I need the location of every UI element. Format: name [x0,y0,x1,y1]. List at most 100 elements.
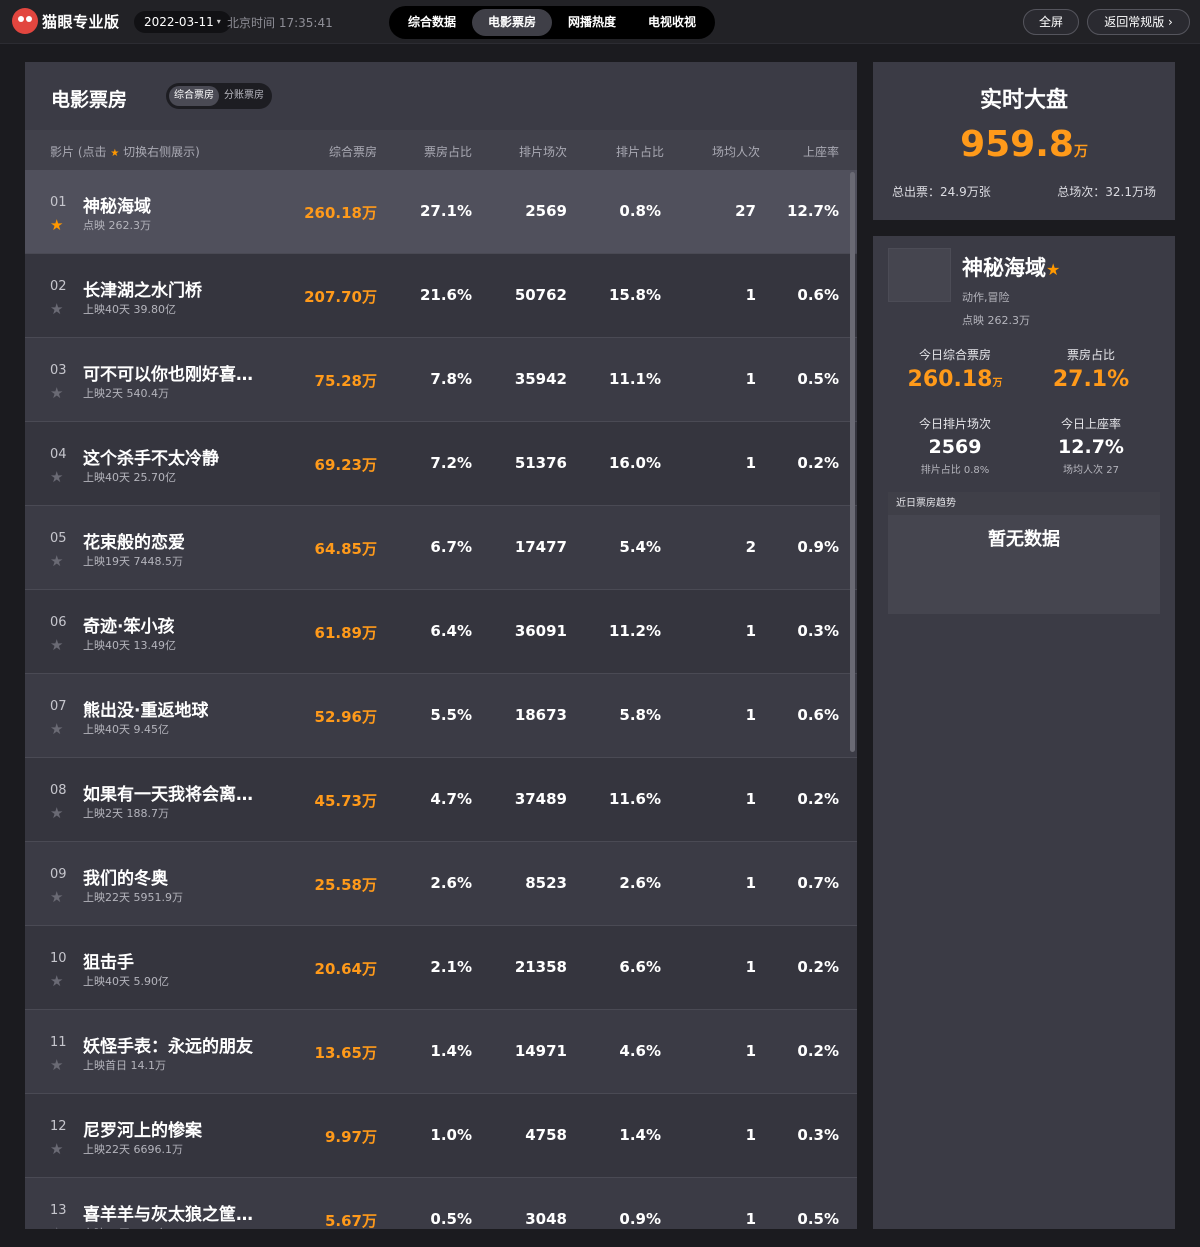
row-shows: 14971 [514,1042,567,1060]
star-icon[interactable]: ★ [50,636,63,654]
table-row[interactable]: 01 ★ 神秘海域 点映 262.3万 260.18万 27.1% 2569 0.8% 27 12… [25,170,857,254]
tab-overall-data[interactable]: 综合数据 [392,9,472,36]
main-tabs: 综合数据 电影票房 网播热度 电视收视 [389,6,716,39]
col-box-share[interactable]: 票房占比 [424,143,472,160]
date-picker[interactable]: 2022-03-11 ▾ [134,11,231,33]
tab-web-heat[interactable]: 网播热度 [552,9,632,36]
table-row[interactable]: 04 ★ 这个杀手不太冷静 上映40天 25.70亿 69.23万 7.2% 51376 16… [25,422,857,506]
row-release-info: 上映22天 5951.9万 [83,891,183,904]
table-row[interactable]: 03 ★ 可不可以你也刚好喜… 上映2天 540.4万 75.28万 7.8% 35942 1… [25,338,857,422]
row-seat-rate: 0.5% [797,370,839,388]
row-show-share: 5.8% [619,706,661,724]
row-avg-viewers: 1 [745,706,756,724]
table-row[interactable]: 08 ★ 如果有一天我将会离… 上映2天 188.7万 45.73万 4.7% 37489 1… [25,758,857,842]
row-boxoffice: 20.64万 [314,960,377,978]
tab-movie-boxoffice[interactable]: 电影票房 [472,9,553,36]
row-release-info: 上映22天 6696.1万 [83,1143,183,1156]
boxoffice-title: 电影票房 [51,89,128,111]
row-release-info: 上映40天 39.80亿 [83,303,176,316]
boxoffice-rows: 01 ★ 神秘海域 点映 262.3万 260.18万 27.1% 2569 0.8% 27 12… [25,170,857,1229]
row-shows: 35942 [514,370,567,388]
row-boxoffice: 75.28万 [314,372,377,390]
star-icon[interactable]: ★ [50,888,63,906]
table-row[interactable]: 10 ★ 狙击手 上映40天 5.90亿 20.64万 2.1% 21358 6.6% 1 0.2… [25,926,857,1010]
total-shows: 总场次：32.1万场 [1057,185,1156,199]
col-show-share[interactable]: 排片占比 [616,143,664,160]
table-row[interactable]: 13 ★ 喜羊羊与灰太狼之筐…上映40天 1.59亿 5.67万 0.5% 3048 0.9… [25,1178,857,1229]
row-shows: 17477 [514,538,567,556]
row-box-share: 21.6% [419,286,472,304]
row-box-share: 1.0% [430,1126,472,1144]
star-icon[interactable]: ★ [50,384,63,402]
star-icon[interactable]: ★ [50,552,63,570]
row-release-info: 上映40天 1.59亿 [83,1225,169,1229]
row-show-share: 4.6% [619,1042,661,1060]
cat-eye-logo-icon [12,8,38,34]
table-row[interactable]: 06 ★ 奇迹·笨小孩 上映40天 13.49亿 61.89万 6.4% 36091 11.2… [25,590,857,674]
row-avg-viewers: 1 [745,286,756,304]
row-rank: 10 [50,951,67,966]
row-avg-viewers: 2 [745,538,756,556]
star-icon[interactable]: ★ [1046,260,1060,279]
row-rank: 05 [50,531,67,546]
row-seat-rate: 0.6% [797,706,839,724]
star-icon[interactable]: ★ [50,216,63,234]
table-row[interactable]: 07 ★ 熊出没·重返地球 上映40天 9.45亿 52.96万 5.5% 18673 5.8… [25,674,857,758]
row-boxoffice: 45.73万 [314,792,377,810]
app-logo[interactable]: 猫眼专业版 [12,8,120,34]
table-row[interactable]: 02 ★ 长津湖之水门桥 上映40天 39.80亿 207.70万 21.6% 50762 1… [25,254,857,338]
stat-sub: 排片占比 0.8% [920,465,990,476]
row-release-info: 上映首日 14.1万 [83,1059,166,1072]
col-seat-rate[interactable]: 上座率 [803,143,839,160]
star-icon[interactable]: ★ [50,468,63,486]
table-row[interactable]: 12 ★ 尼罗河上的惨案 上映22天 6696.1万 9.97万 1.0% 4758 1.4%… [25,1094,857,1178]
row-shows: 18673 [514,706,567,724]
row-seat-rate: 0.6% [797,286,839,304]
date-value: 2022-03-11 [144,15,214,29]
row-shows: 50762 [514,286,567,304]
star-icon[interactable]: ★ [50,1140,63,1158]
star-icon[interactable]: ★ [50,720,63,738]
row-seat-rate: 0.9% [797,538,839,556]
stat-label: 今日排片场次 [918,417,991,431]
fullscreen-button[interactable]: 全屏 [1023,9,1079,35]
col-avg-viewers[interactable]: 场均人次 [712,143,760,160]
toggle-combined-boxoffice[interactable]: 综合票房 [169,86,219,106]
row-title: 狙击手 [83,953,134,973]
toggle-split-boxoffice[interactable]: 分账票房 [219,86,269,106]
stat-today-boxoffice: 今日综合票房 260.18万 [880,346,1030,392]
table-row[interactable]: 11 ★ 妖怪手表：永远的朋友 上映首日 14.1万 13.65万 1.4% 14971 4.… [25,1010,857,1094]
row-rank: 02 [50,279,67,294]
col-boxoffice[interactable]: 综合票房 [329,143,377,160]
scrollbar[interactable] [850,172,855,752]
col-shows[interactable]: 排片场次 [519,143,567,160]
row-box-share: 2.6% [430,874,472,892]
row-title: 长津湖之水门桥 [83,281,202,301]
stat-label: 票房占比 [1066,348,1115,362]
row-seat-rate: 0.3% [797,1126,839,1144]
stat-number: 260.18 [907,367,993,392]
row-rank: 07 [50,699,67,714]
row-seat-rate: 0.5% [797,1210,839,1228]
row-shows: 51376 [514,454,567,472]
row-box-share: 0.5% [430,1210,472,1228]
row-title: 如果有一天我将会离… [83,785,253,805]
tab-tv-ratings[interactable]: 电视收视 [632,9,712,36]
star-icon[interactable]: ★ [50,300,63,318]
stat-value: 12.7% [1058,436,1124,458]
star-icon[interactable]: ★ [50,804,63,822]
row-avg-viewers: 1 [745,622,756,640]
star-icon[interactable]: ★ [50,972,63,990]
trend-title: 近日票房趋势 [888,492,1160,515]
row-shows: 2569 [525,202,567,220]
star-icon[interactable]: ★ [50,1056,63,1074]
star-icon[interactable]: ★ [50,1224,63,1229]
stat-box-share: 票房占比 27.1% [1016,346,1166,392]
row-seat-rate: 12.7% [786,202,839,220]
back-to-standard-button[interactable]: 返回常规版 › [1087,9,1190,35]
table-row[interactable]: 05 ★ 花束般的恋爱 上映19天 7448.5万 64.85万 6.7% 17477 5.4… [25,506,857,590]
table-row[interactable]: 09 ★ 我们的冬奥 上映22天 5951.9万 25.58万 2.6% 8523 2.6% 1… [25,842,857,926]
row-show-share: 11.6% [608,790,661,808]
row-seat-rate: 0.2% [797,1042,839,1060]
row-box-share: 27.1% [419,202,472,220]
